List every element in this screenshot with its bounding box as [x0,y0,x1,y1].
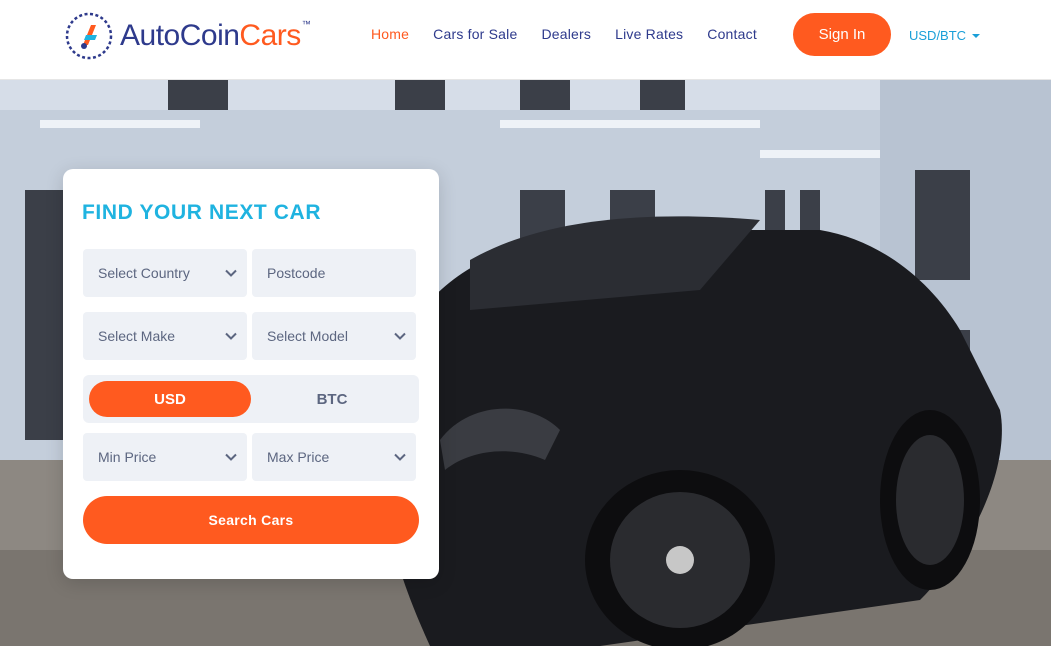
brand-wordmark: AutoCoinCars [120,19,301,52]
postcode-field[interactable] [252,249,416,297]
nav-home[interactable]: Home [371,26,409,42]
caret-down-icon [972,33,981,38]
site-header: AutoCoinCars ™ Home Cars for Sale Dealer… [0,0,1051,80]
currency-option-usd[interactable]: USD [89,381,251,417]
country-select-label: Select Country [98,265,190,281]
search-cars-button[interactable]: Search Cars [83,496,419,544]
search-card: FIND YOUR NEXT CAR Select Country Select… [63,169,439,579]
model-select[interactable]: Select Model [252,312,416,360]
chevron-down-icon [394,332,406,340]
currency-toggle: USD BTC [83,375,419,423]
currency-option-btc[interactable]: BTC [251,381,413,417]
nav-live-rates[interactable]: Live Rates [615,26,683,42]
chevron-down-icon [225,269,237,277]
search-title: FIND YOUR NEXT CAR [82,201,322,224]
coin-logo-icon [64,11,114,61]
currency-switcher[interactable]: USD/BTC [909,28,981,43]
trademark-symbol: ™ [301,19,311,29]
min-price-select[interactable]: Min Price [83,433,247,481]
postcode-input[interactable] [267,265,407,281]
currency-label: USD/BTC [909,28,967,43]
max-price-select[interactable]: Max Price [252,433,416,481]
main-nav: Home Cars for Sale Dealers Live Rates Co… [371,26,781,42]
nav-dealers[interactable]: Dealers [541,26,591,42]
chevron-down-icon [225,332,237,340]
chevron-down-icon [225,453,237,461]
min-price-label: Min Price [98,449,157,465]
make-select[interactable]: Select Make [83,312,247,360]
nav-cars-for-sale[interactable]: Cars for Sale [433,26,517,42]
max-price-label: Max Price [267,449,330,465]
chevron-down-icon [394,453,406,461]
make-select-label: Select Make [98,328,176,344]
model-select-label: Select Model [267,328,348,344]
country-select[interactable]: Select Country [83,249,247,297]
brand-logo[interactable]: AutoCoinCars ™ [64,11,311,61]
nav-contact[interactable]: Contact [707,26,757,42]
sign-in-button[interactable]: Sign In [793,13,891,56]
